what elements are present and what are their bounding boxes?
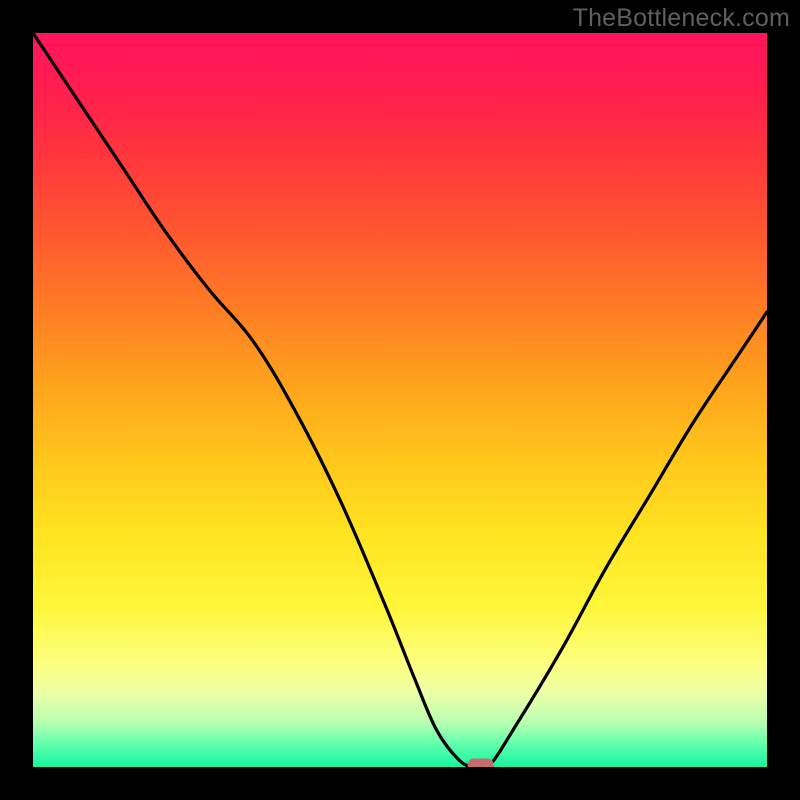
plot-area bbox=[33, 33, 767, 767]
bottleneck-curve bbox=[33, 33, 767, 767]
watermark-label: TheBottleneck.com bbox=[573, 4, 790, 33]
chart-frame: TheBottleneck.com bbox=[0, 0, 800, 800]
optimum-marker bbox=[468, 759, 494, 768]
curve-svg bbox=[33, 33, 767, 767]
